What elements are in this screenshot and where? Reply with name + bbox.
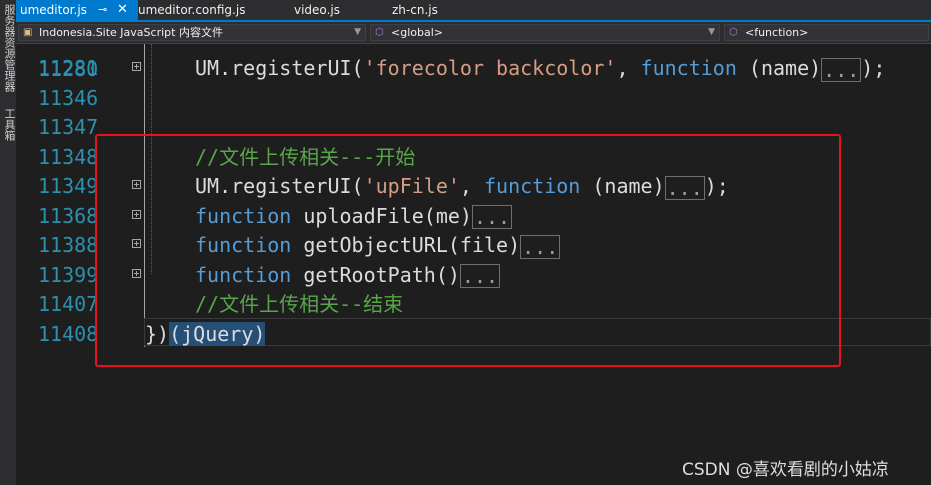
- scope-icon: ⬡: [375, 27, 384, 38]
- member-dropdown[interactable]: ⬡ <function>: [724, 24, 929, 41]
- code-text: UM.registerUI('forecolor backcolor', fun…: [195, 54, 885, 83]
- tab-label: umeditor.js: [20, 3, 87, 17]
- tab-zh-cn-js[interactable]: zh-cn.js: [388, 0, 482, 20]
- line-number: 11368: [38, 203, 99, 228]
- line-number: 11281: [38, 56, 99, 80]
- collapsed-block-button[interactable]: ...: [821, 57, 862, 82]
- tab-umeditor-js[interactable]: umeditor.js ⊸ ✕: [16, 0, 138, 20]
- line-number: 11408: [38, 321, 99, 346]
- code-token: );: [861, 56, 886, 80]
- line-number: 11407: [38, 292, 99, 316]
- js-file-icon: ▣: [23, 27, 33, 38]
- tab-label: zh-cn.js: [392, 3, 438, 17]
- code-token: (name): [736, 56, 822, 80]
- project-dropdown[interactable]: ▣ Indonesia.Site JavaScript 内容文件 ▼: [18, 24, 366, 41]
- pin-icon[interactable]: ⊸: [98, 0, 107, 20]
- line-number: 11388: [38, 233, 99, 257]
- close-icon[interactable]: ✕: [117, 0, 128, 20]
- code-line[interactable]: 11346: [16, 84, 931, 113]
- line-number: 11349: [38, 174, 99, 198]
- chevron-down-icon: ▼: [354, 27, 361, 37]
- code-token: UM.registerUI(: [195, 56, 364, 80]
- fold-expand-icon[interactable]: [132, 62, 141, 71]
- tab-label: video.js: [294, 3, 340, 17]
- side-tool-strip: 服务器资源管理器 工具箱: [0, 0, 17, 485]
- annotation-highlight-box: [95, 134, 841, 367]
- tab-video-js[interactable]: video.js: [290, 0, 384, 20]
- line-number: 11348: [38, 144, 99, 169]
- scope-dropdown[interactable]: ⬡ <global> ▼: [370, 24, 720, 41]
- function-icon: ⬡: [729, 27, 738, 38]
- line-number: 11347: [38, 115, 99, 139]
- server-explorer-tab[interactable]: 服务器资源管理器: [1, 4, 16, 92]
- tab-umeditor-config-js[interactable]: umeditor.config.js: [134, 0, 288, 20]
- chevron-down-icon: ▼: [708, 27, 715, 37]
- code-token: ,: [616, 56, 641, 80]
- line-number: 11399: [38, 262, 99, 287]
- code-token: function: [640, 56, 737, 80]
- code-line[interactable]: 11281 UM.registerUI('forecolor backcolor'…: [16, 54, 931, 83]
- document-tab-bar: umeditor.js ⊸ ✕ umeditor.config.js video…: [16, 0, 931, 22]
- tab-label: umeditor.config.js: [138, 3, 246, 17]
- toolbox-tab[interactable]: 工具箱: [1, 108, 16, 141]
- line-number: 11346: [38, 85, 99, 110]
- navigation-bar: ▣ Indonesia.Site JavaScript 内容文件 ▼ ⬡ <gl…: [16, 22, 931, 44]
- watermark: CSDN @喜欢看剧的小姑凉: [682, 460, 889, 480]
- code-token: 'forecolor backcolor': [363, 56, 617, 80]
